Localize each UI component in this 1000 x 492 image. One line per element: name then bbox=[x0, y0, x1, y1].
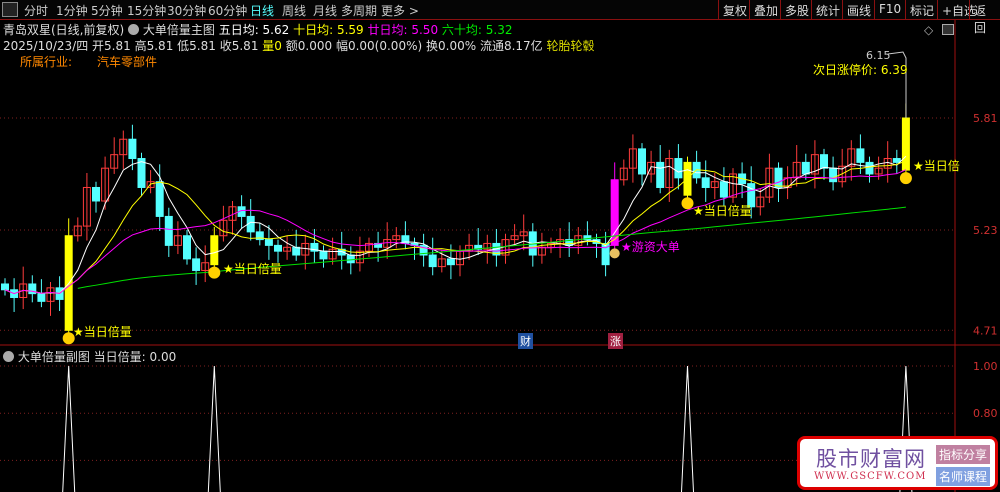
candle-body bbox=[155, 181, 164, 217]
candle-body bbox=[1, 283, 9, 291]
concept-link[interactable]: 轮胎轮毂 bbox=[547, 39, 595, 53]
date: 2025/10/23/四 bbox=[3, 39, 89, 53]
candle-body bbox=[820, 154, 828, 169]
close: 收5.81 bbox=[219, 39, 259, 53]
candle-body bbox=[346, 254, 355, 264]
dropdown-icon[interactable] bbox=[128, 24, 140, 35]
limit-up-tag[interactable]: 涨 bbox=[608, 333, 623, 349]
candle-body bbox=[192, 258, 201, 271]
candle-body bbox=[164, 215, 173, 246]
candle-body bbox=[264, 239, 273, 246]
candle-body bbox=[319, 250, 328, 260]
low: 低5.81 bbox=[177, 39, 216, 53]
high: 高5.81 bbox=[134, 39, 174, 53]
candle-body bbox=[856, 148, 865, 163]
volume-spike bbox=[62, 365, 76, 492]
candle-body bbox=[674, 158, 683, 179]
hot-money-label: ★游资大单 bbox=[621, 240, 680, 254]
stock-name: 青岛双星(日线,前复权) bbox=[3, 23, 125, 37]
sub-value: 当日倍量: 0.00 bbox=[93, 350, 177, 364]
smiley-icon bbox=[681, 197, 694, 210]
ma20-label: 廿日均: 5.50 bbox=[367, 23, 439, 37]
candle-body bbox=[829, 167, 838, 183]
candle-body bbox=[701, 177, 710, 188]
volume: 量0 bbox=[262, 39, 282, 53]
sub-tick: 0.80 bbox=[973, 407, 998, 420]
candle-body bbox=[719, 181, 728, 198]
ma20-line bbox=[4, 169, 907, 295]
candle-body bbox=[210, 235, 219, 266]
signal-label: ★当日倍量 bbox=[693, 204, 752, 218]
smiley-icon bbox=[208, 266, 221, 279]
amount: 额0.000 bbox=[285, 39, 333, 53]
candle-body bbox=[865, 161, 874, 175]
badge-share: 指标分享 bbox=[936, 445, 991, 464]
price-tick: 5.81 bbox=[973, 112, 998, 125]
candle-body bbox=[274, 244, 282, 252]
candle-body bbox=[774, 167, 783, 188]
candle-body bbox=[638, 148, 646, 175]
volume-spike bbox=[207, 365, 221, 492]
candle-body bbox=[292, 246, 301, 256]
ma60-line bbox=[77, 206, 906, 289]
next-limit-price: 次日涨停价: 6.39 bbox=[813, 63, 908, 77]
industry-value: 汽车零部件 bbox=[97, 55, 158, 69]
logo-name: 股市财富网 bbox=[816, 447, 926, 471]
candle-body bbox=[446, 258, 455, 266]
candle-body bbox=[892, 158, 901, 163]
float-shares: 流通8.17亿 bbox=[479, 39, 543, 53]
dropdown-icon[interactable] bbox=[3, 351, 14, 362]
open: 开5.81 bbox=[92, 39, 131, 53]
candle-body bbox=[37, 293, 46, 302]
ma5-label: 五日均: 5.62 bbox=[218, 23, 290, 37]
finance-tag[interactable]: 财 bbox=[518, 333, 533, 349]
candle-body bbox=[92, 186, 100, 202]
quote-line: 2025/10/23/四 开5.81 高5.81 低5.81 收5.81 量0 … bbox=[3, 37, 595, 54]
price-tick: 4.71 bbox=[973, 324, 998, 337]
signal-label: ★当日倍量 bbox=[223, 262, 282, 276]
industry-label: 所属行业: bbox=[20, 55, 73, 69]
price-tick: 5.23 bbox=[973, 224, 998, 237]
candle-body bbox=[183, 235, 191, 260]
panel-icon[interactable] bbox=[942, 24, 954, 35]
candle-body bbox=[801, 161, 810, 175]
watermark-logo: 股市财富网 WWW.GSCFW.COM 指标分享 名师课程 bbox=[797, 436, 998, 490]
candle-body bbox=[428, 254, 437, 268]
candle-body bbox=[128, 138, 137, 160]
sub-title[interactable]: 大单倍量副图 bbox=[18, 350, 90, 364]
signal-label: ★当日倍量 bbox=[73, 325, 132, 339]
turnover: 换0.00% bbox=[426, 39, 477, 53]
candle-body bbox=[656, 161, 665, 188]
candle-body bbox=[137, 158, 146, 188]
volume-spike bbox=[681, 365, 694, 492]
sub-header: 大单倍量副图 当日倍量: 0.00 bbox=[3, 348, 176, 365]
badge-course: 名师课程 bbox=[936, 467, 991, 486]
signal-label: ★当日倍 bbox=[913, 159, 960, 173]
sub-tick: 1.00 bbox=[973, 360, 998, 373]
smiley-icon bbox=[899, 172, 912, 185]
logo-url: WWW.GSCFW.COM bbox=[814, 471, 927, 482]
ma60-label: 六十均: 5.32 bbox=[441, 23, 513, 37]
money-bag-icon bbox=[609, 248, 620, 259]
change: 幅0.00(0.00%) bbox=[335, 39, 423, 53]
chart-header: 青岛双星(日线,前复权) 大单倍量主图 五日均: 5.62 十日均: 5.59 … bbox=[3, 21, 512, 38]
ma10-label: 十日均: 5.59 bbox=[293, 23, 364, 37]
diamond-icon[interactable]: ◇ bbox=[924, 23, 933, 37]
indicator-name[interactable]: 大单倍量主图 bbox=[143, 23, 215, 37]
